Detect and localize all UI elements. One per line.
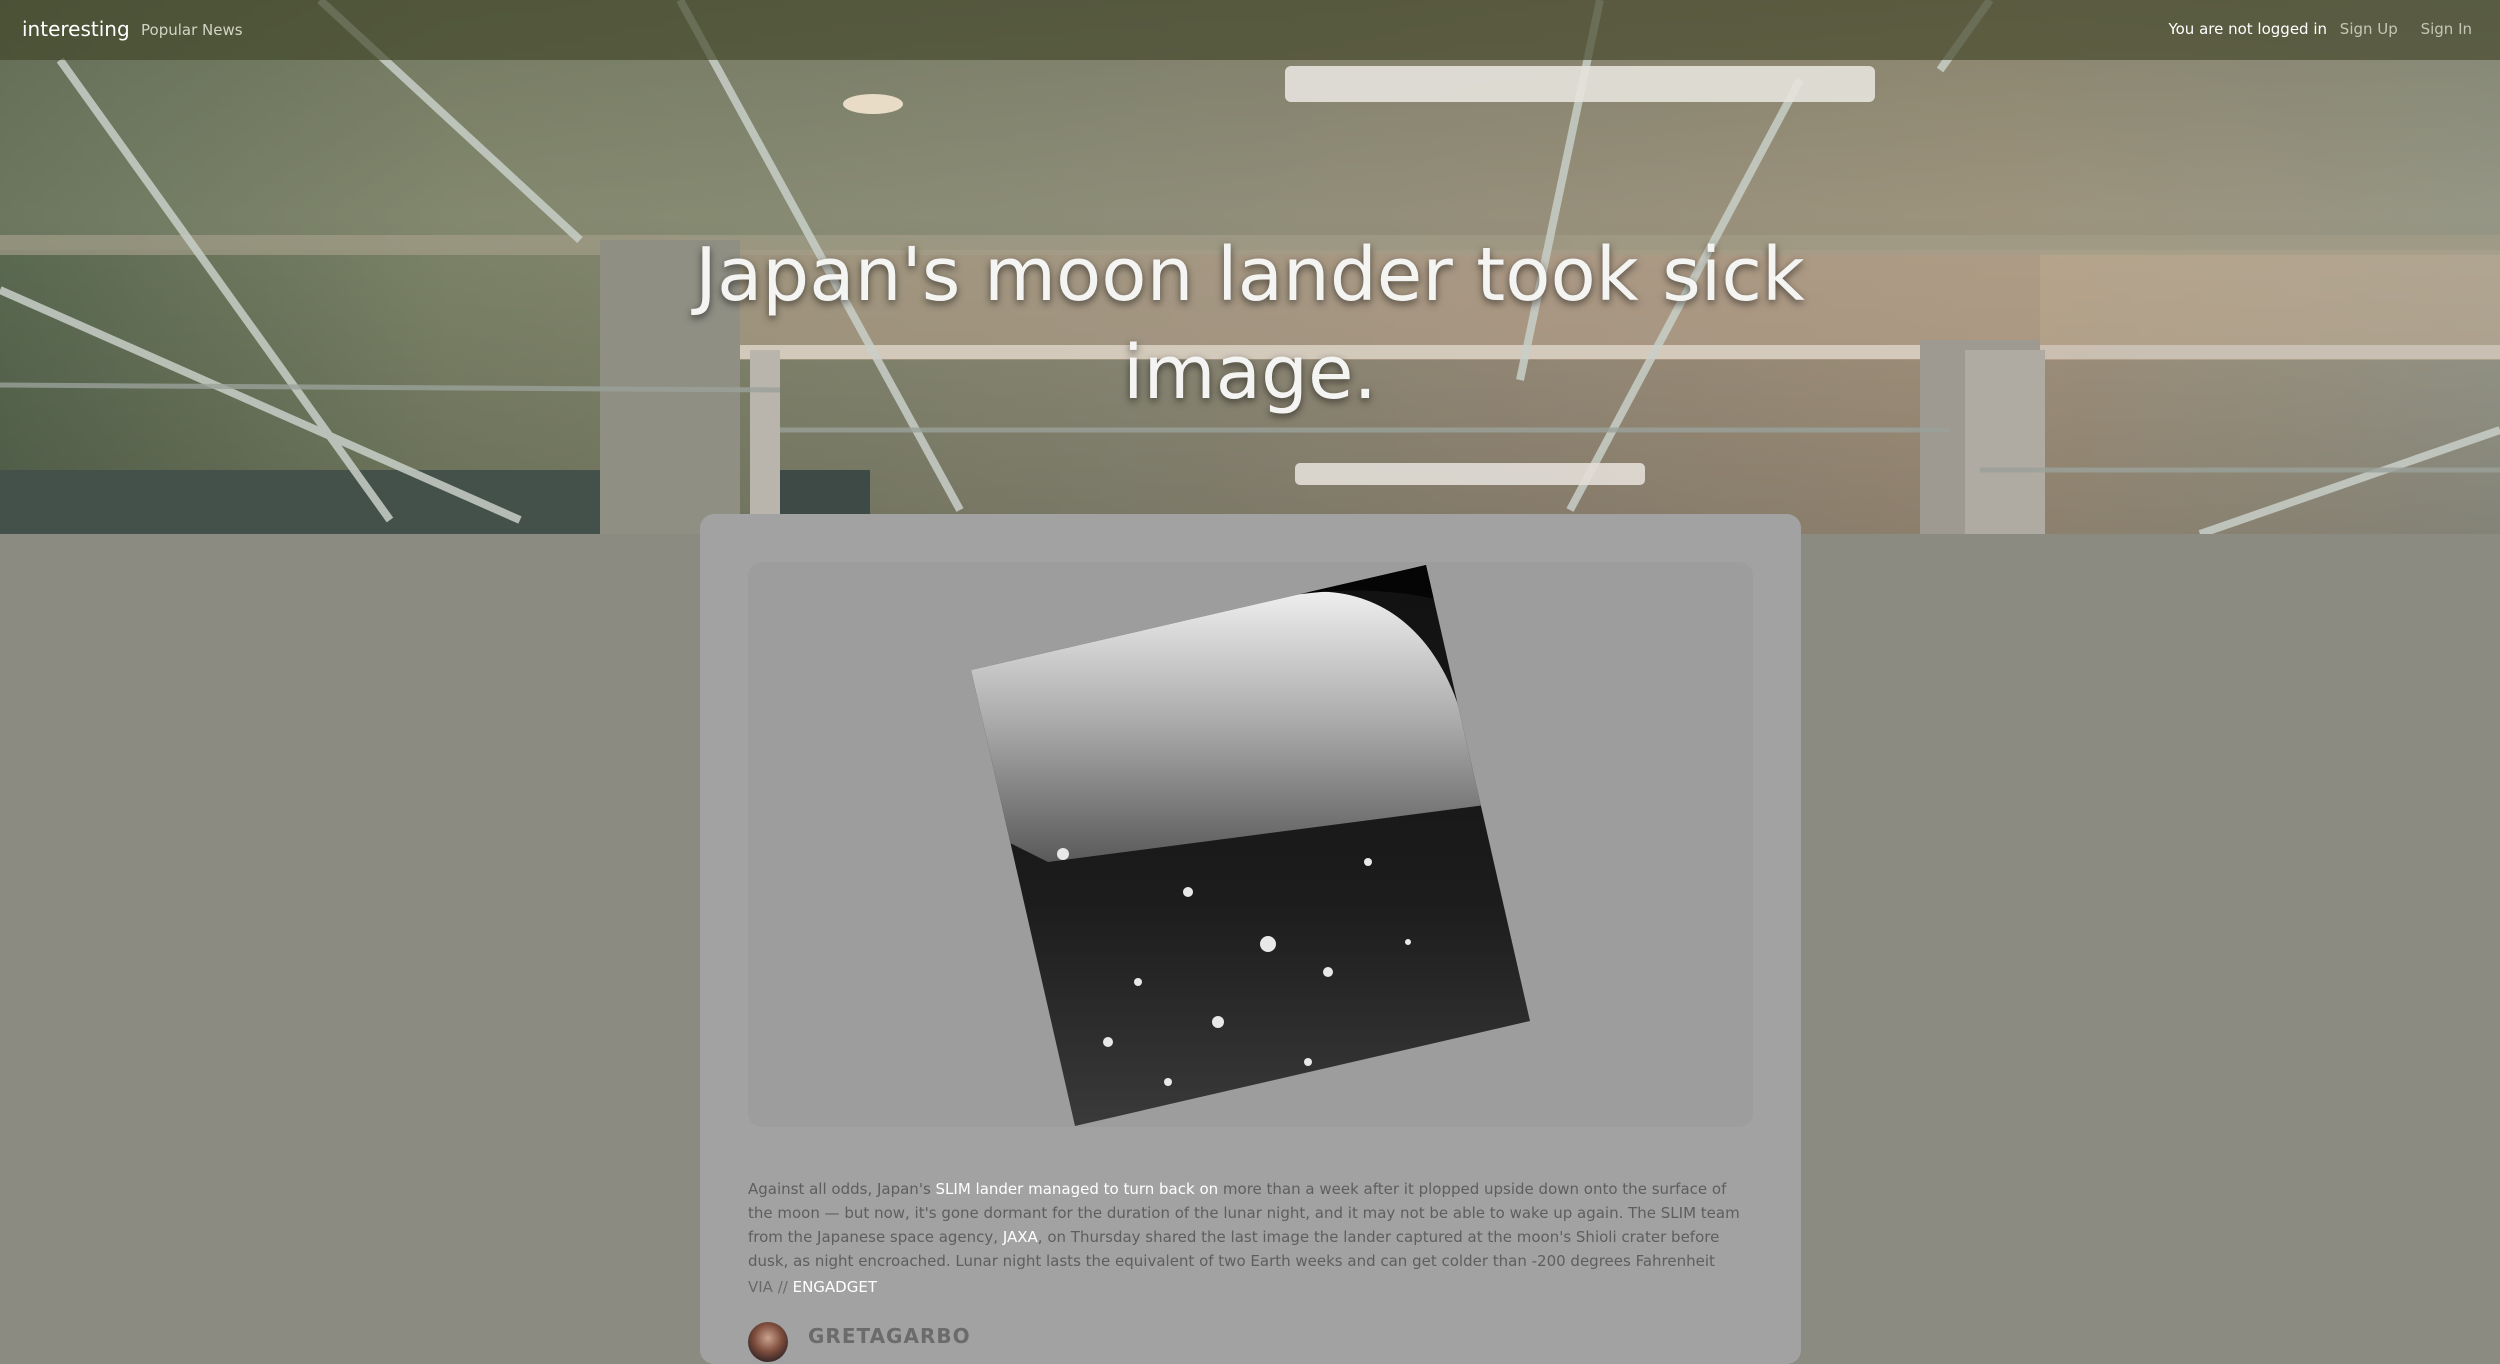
sign-in-link[interactable]: Sign In [2421,20,2472,38]
nav-popular-news[interactable]: Popular News [141,21,243,39]
sign-up-link[interactable]: Sign Up [2340,20,2398,38]
avatar[interactable] [748,1322,788,1362]
via-prefix: VIA // [748,1278,793,1296]
page-title: Japan's moon lander took sick image. [695,231,1805,416]
article-text-part-1: Against all odds, Japan's [748,1180,936,1198]
article-card: Against all odds, Japan's SLIM lander ma… [700,514,1801,1364]
article-image-frame [748,562,1753,1127]
jaxa-link[interactable]: JAXA [1003,1228,1038,1246]
source-link[interactable]: ENGADGET [793,1278,877,1296]
login-status-text: You are not logged in [2168,20,2328,38]
slim-lander-link[interactable]: SLIM lander managed to turn back on [936,1180,1219,1198]
moon-surface-image [971,565,1530,1126]
article-source: VIA // ENGADGET [748,1278,877,1296]
site-logo[interactable]: interesting [22,17,130,41]
author-name[interactable]: GRETAGARBO [808,1324,971,1348]
nav-account-area: You are not logged in Sign Up Sign In [2160,20,2472,38]
article-body: Against all odds, Japan's SLIM lander ma… [748,1177,1753,1273]
hero-banner: interesting Popular News You are not log… [0,0,2500,534]
top-navbar: interesting Popular News You are not log… [0,0,2500,60]
